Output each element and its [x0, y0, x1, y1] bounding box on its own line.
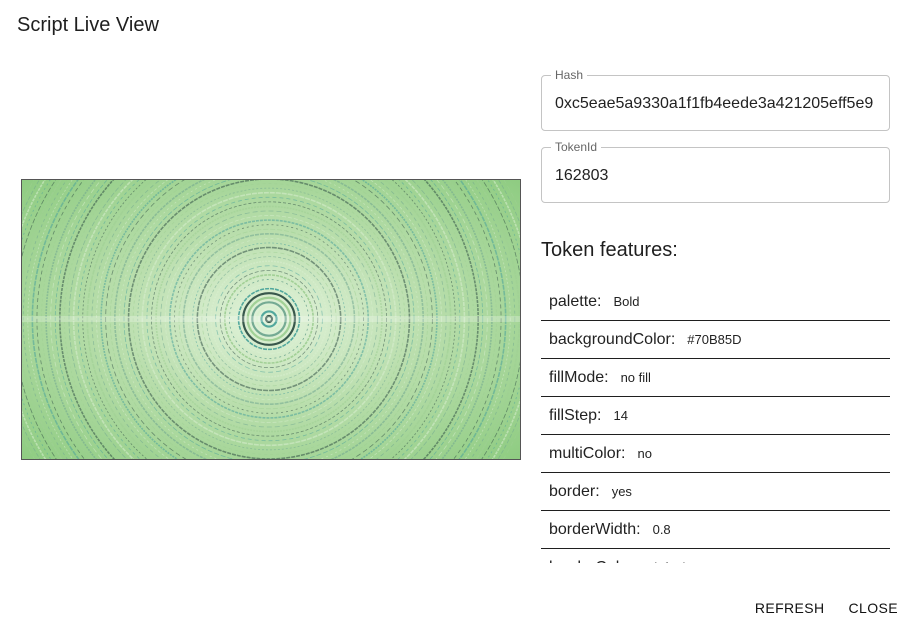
feature-value: yes — [611, 484, 632, 499]
token-id-label: TokenId — [551, 140, 602, 154]
feature-key: borderColor: — [549, 559, 638, 564]
feature-value: default — [650, 560, 689, 563]
feature-row-fill-step: fillStep: 14 — [541, 397, 890, 435]
feature-value: no fill — [620, 370, 651, 385]
feature-value: 0.8 — [652, 522, 671, 537]
token-id-input[interactable]: 162803 — [555, 166, 889, 186]
hash-field[interactable]: Hash 0xc5eae5a9330a1f1fb4eede3a421205eff… — [541, 68, 890, 131]
features-heading: Token features: — [541, 239, 678, 261]
hash-input[interactable]: 0xc5eae5a9330a1f1fb4eede3a421205eff5e9 — [555, 94, 889, 114]
feature-key: border: — [549, 482, 600, 500]
feature-key: borderWidth: — [549, 520, 641, 538]
feature-key: backgroundColor: — [549, 330, 676, 348]
feature-row-background-color: backgroundColor: #70B85D — [541, 321, 890, 359]
feature-key: multiColor: — [549, 444, 626, 462]
feature-row-border: border: yes — [541, 473, 890, 511]
feature-row-multi-color: multiColor: no — [541, 435, 890, 473]
feature-value: 14 — [613, 408, 628, 423]
feature-key: fillStep: — [549, 406, 602, 424]
hash-label: Hash — [551, 68, 588, 82]
feature-row-palette: palette: Bold — [541, 283, 890, 321]
refresh-button[interactable]: REFRESH — [755, 600, 825, 616]
artwork-band — [22, 316, 520, 322]
feature-value: Bold — [613, 294, 640, 309]
artwork-image — [22, 180, 520, 459]
feature-value: #70B85D — [687, 332, 742, 347]
feature-key: fillMode: — [549, 368, 609, 386]
feature-row-border-color: borderColor: default — [541, 549, 890, 564]
token-id-field[interactable]: TokenId 162803 — [541, 140, 890, 203]
feature-row-fill-mode: fillMode: no fill — [541, 359, 890, 397]
dialog-actions: REFRESH CLOSE — [755, 600, 898, 616]
feature-row-border-width: borderWidth: 0.8 — [541, 511, 890, 549]
artwork-preview — [21, 179, 521, 460]
feature-value: no — [637, 446, 652, 461]
features-list[interactable]: palette: Bold backgroundColor: #70B85D f… — [541, 283, 890, 563]
dialog-title: Script Live View — [17, 14, 159, 36]
close-button[interactable]: CLOSE — [849, 600, 898, 616]
feature-key: palette: — [549, 292, 602, 310]
